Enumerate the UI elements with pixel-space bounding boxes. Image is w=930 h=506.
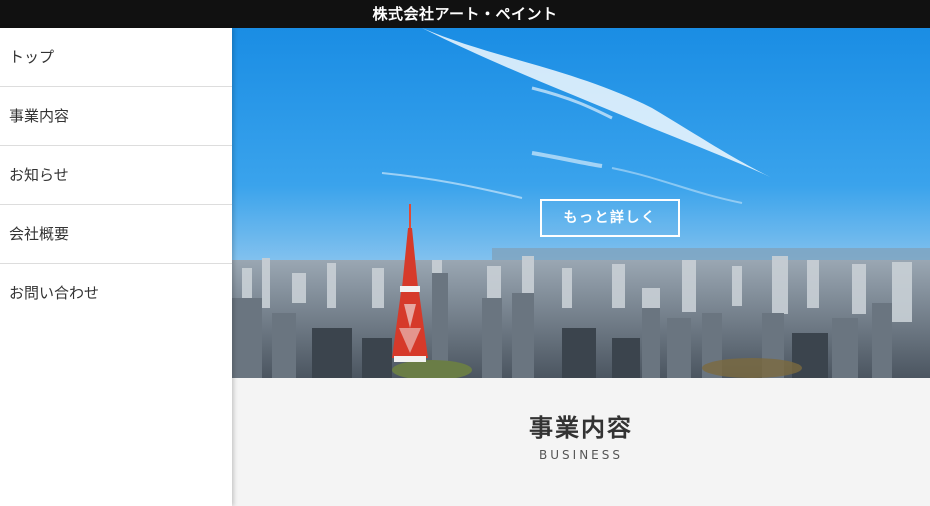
more-details-button[interactable]: もっと詳しく (540, 199, 680, 237)
business-section: 事業内容 BUSINESS (232, 378, 930, 506)
hero-banner: もっと詳しく (232, 28, 930, 378)
site-title: 株式会社アート・ペイント (372, 5, 558, 23)
sidebar-item-company[interactable]: 会社概要 (0, 205, 232, 264)
section-subtitle: BUSINESS (539, 448, 623, 462)
section-title: 事業内容 (529, 414, 633, 442)
site-header: 株式会社アート・ペイント (0, 0, 930, 28)
sidebar-nav: トップ 事業内容 お知らせ 会社概要 お問い合わせ (0, 28, 232, 506)
sidebar-item-business[interactable]: 事業内容 (0, 87, 232, 146)
sidebar-item-news[interactable]: お知らせ (0, 146, 232, 205)
sidebar-item-top[interactable]: トップ (0, 28, 232, 87)
sidebar-item-contact[interactable]: お問い合わせ (0, 264, 232, 323)
